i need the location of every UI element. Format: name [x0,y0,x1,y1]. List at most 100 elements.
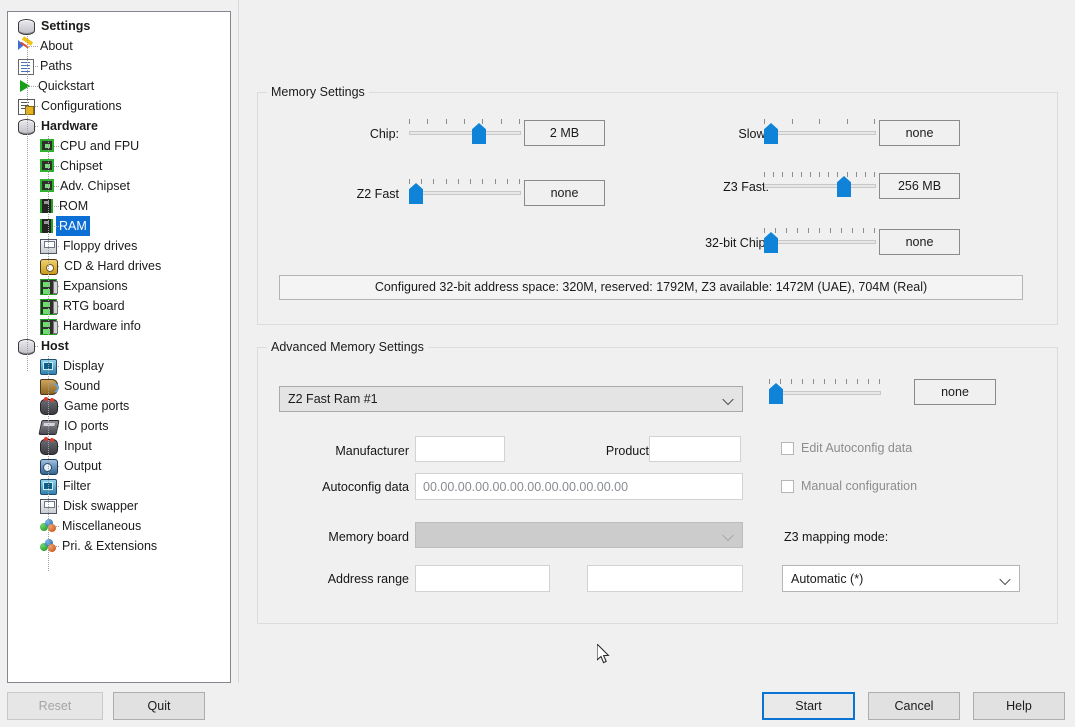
settings-tree-panel[interactable]: Settings About Paths Quickstart Configuratio… [7,11,231,683]
z2fast-slider-ticks [409,179,521,185]
z2fast-value-box[interactable]: none [524,180,605,206]
chip-icon [40,139,54,152]
tree-item-settings[interactable]: Settings [8,16,230,36]
manual-configuration-checkbox-box[interactable] [781,480,794,493]
slow-slider-track[interactable] [764,131,876,135]
memory-board-combo[interactable] [415,522,743,548]
slow-value-box[interactable]: none [879,120,960,146]
tree-item-display[interactable]: Display [8,356,230,376]
z3-mapping-mode-select[interactable]: Automatic (*) [782,565,1020,592]
tree-item-label: Disk swapper [63,499,139,513]
tree-item-pri-extensions[interactable]: Pri. & Extensions [8,536,230,556]
tree-item-cd-hard-drives[interactable]: CD & Hard drives [8,256,230,276]
z2fast-slider-track[interactable] [409,191,521,195]
tree-item-disk-swapper[interactable]: Disk swapper [8,496,230,516]
start-button[interactable]: Start [762,692,855,720]
autoconfig-data-value: 00.00.00.00.00.00.00.00.00.00.00.00 [423,479,629,494]
slider-tick [482,119,483,124]
settings-tree[interactable]: Settings About Paths Quickstart Configuratio… [8,12,230,556]
z3fast-value-box[interactable]: 256 MB [879,173,960,199]
play-icon [18,79,32,93]
tree-item-hardware-info[interactable]: Hardware info [8,316,230,336]
cancel-button[interactable]: Cancel [868,692,960,720]
slider-tick [421,179,422,184]
chip32-slider-thumb[interactable] [764,232,778,253]
tree-item-filter[interactable]: Filter [8,476,230,496]
tree-item-label: Input [64,439,92,453]
tree-item-io-ports[interactable]: IO ports [8,416,230,436]
manufacturer-field[interactable] [415,436,505,462]
chip-slider-track[interactable] [409,131,521,135]
address-range-end-field[interactable] [587,565,743,592]
z2fast-slider-thumb[interactable] [409,183,423,204]
chip-icon [40,179,54,192]
tree-item-rom[interactable]: ROM [8,196,230,216]
tree-item-label: Settings [41,19,91,33]
slow-slider-ticks [764,119,876,125]
tree-item-sound[interactable]: Sound [8,376,230,396]
memory-board-select[interactable]: Z2 Fast Ram #1 [279,386,743,412]
chip-slider-thumb[interactable] [472,123,486,144]
chip-value-box[interactable]: 2 MB [524,120,605,146]
tree-item-label: Expansions [63,279,128,293]
tree-item-miscellaneous[interactable]: Miscellaneous [8,516,230,536]
z3fast-slider-thumb[interactable] [837,176,851,197]
slider-tick [852,228,853,233]
slider-tick [857,379,858,384]
tree-item-paths[interactable]: Paths [8,56,230,76]
address-range-start-field[interactable] [415,565,550,592]
joystick-icon [40,437,58,455]
manufacturer-label: Manufacturer [335,444,409,458]
tree-item-input[interactable]: Input [8,436,230,456]
help-button[interactable]: Help [973,692,1065,720]
tree-item-game-ports[interactable]: Game ports [8,396,230,416]
tree-item-quickstart[interactable]: Quickstart [8,76,230,96]
board-size-slider-thumb[interactable] [769,383,783,404]
board-size-value-box[interactable]: none [914,379,996,405]
slider-tick [433,179,434,184]
slider-tick [797,228,798,233]
chevron-down-icon [724,395,733,404]
autoconfig-data-field[interactable]: 00.00.00.00.00.00.00.00.00.00.00.00 [415,473,743,500]
slider-tick [780,379,781,384]
chevron-down-icon-z3 [1001,574,1010,583]
tree-item-expansions[interactable]: Expansions [8,276,230,296]
tree-item-cpu-and-fpu[interactable]: CPU and FPU [8,136,230,156]
z3fast-slider[interactable] [764,172,876,198]
slider-tick [837,172,838,177]
chip-slider[interactable] [409,119,521,145]
slider-tick [847,172,848,177]
tree-item-configurations[interactable]: Configurations [8,96,230,116]
tree-item-ram[interactable]: RAM [8,216,230,236]
z2fast-slider[interactable] [409,179,521,205]
slider-tick [773,172,774,177]
tree-item-label: Configurations [41,99,122,113]
tree-item-adv-chipset[interactable]: Adv. Chipset [8,176,230,196]
tree-item-output[interactable]: Output [8,456,230,476]
board-size-slider[interactable] [769,379,881,405]
slider-tick [764,228,765,233]
tree-item-label: Adv. Chipset [60,179,130,193]
chip32-value-box[interactable]: none [879,229,960,255]
quit-button[interactable]: Quit [113,692,205,720]
slow-slider[interactable] [764,119,876,145]
chip32-slider-track[interactable] [764,240,876,244]
slider-tick [501,119,502,124]
tree-item-floppy-drives[interactable]: Floppy drives [8,236,230,256]
tree-item-about[interactable]: About [8,36,230,56]
board-size-slider-track[interactable] [769,391,881,395]
tree-item-host[interactable]: Host [8,336,230,356]
tree-item-label: Game ports [64,399,130,413]
memory-board-label: Memory board [328,530,409,544]
product-field[interactable] [649,436,741,462]
tree-item-chipset[interactable]: Chipset [8,156,230,176]
tree-item-hardware[interactable]: Hardware [8,116,230,136]
reset-button[interactable]: Reset [7,692,103,720]
chip32-slider[interactable] [764,228,876,254]
tree-item-rtg-board[interactable]: RTG board [8,296,230,316]
edit-autoconfig-checkbox-box[interactable] [781,442,794,455]
slider-tick [863,228,864,233]
slow-slider-thumb[interactable] [764,123,778,144]
chevron-down-icon-disabled [724,531,733,540]
z3fast-slider-track[interactable] [764,184,876,188]
